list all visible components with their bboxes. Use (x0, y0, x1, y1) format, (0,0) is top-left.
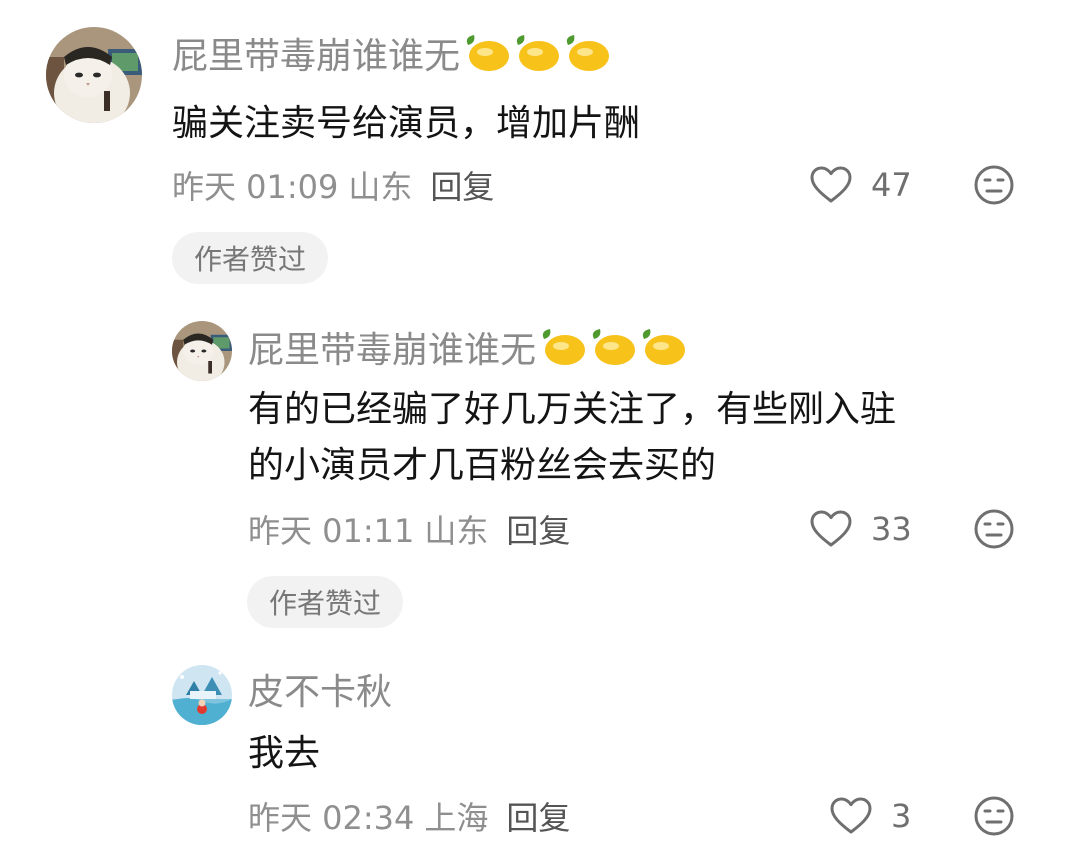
avatar[interactable] (172, 321, 232, 381)
comment-meta: 昨天 02:34 上海 回复 (248, 794, 570, 838)
like-count: 33 (871, 510, 912, 548)
username[interactable]: 屁里带毒崩谁谁无 (248, 322, 688, 372)
author-liked-badge: 作者赞过 (172, 232, 328, 284)
lemon-icon (462, 31, 512, 75)
lemon-icon (588, 325, 638, 369)
comment-date: 昨天 01:11 (248, 512, 415, 550)
dislike-button[interactable] (973, 164, 1015, 206)
username-text: 皮不卡秋 (248, 672, 393, 713)
winter-scene-avatar-image (172, 665, 232, 725)
comment-location: 山东 (348, 168, 413, 206)
heart-icon (810, 166, 852, 203)
cat-avatar-image (46, 27, 142, 123)
user-badges (462, 31, 612, 75)
avatar[interactable] (172, 665, 232, 725)
username[interactable]: 屁里带毒崩谁谁无 (172, 28, 612, 78)
unhappy-face-icon (974, 796, 1014, 836)
like-count: 3 (891, 797, 912, 835)
comment-text-line: 有的已经骗了好几万关注了，有些刚入驻 (248, 389, 897, 430)
comment-text: 有的已经骗了好几万关注了，有些刚入驻 的小演员才几百粉丝会去买的 (248, 382, 896, 494)
comment-meta: 昨天 01:09 山东 回复 (172, 163, 494, 207)
like-button[interactable]: 33 (809, 506, 912, 552)
heart-icon (810, 510, 852, 547)
username-text: 屁里带毒崩谁谁无 (172, 36, 461, 77)
reply-button[interactable]: 回复 (430, 162, 494, 208)
comment-text: 我去 (248, 733, 321, 774)
comment-text: 骗关注卖号给演员，增加片酬 (172, 103, 641, 144)
comment-text-line: 的小演员才几百粉丝会去买的 (248, 445, 717, 486)
like-button[interactable]: 47 (809, 162, 912, 208)
lemon-icon (562, 31, 612, 75)
comment-location: 山东 (424, 512, 489, 550)
dislike-button[interactable] (973, 508, 1015, 550)
reply-button[interactable]: 回复 (506, 506, 570, 552)
username[interactable]: 皮不卡秋 (248, 664, 392, 714)
username-text: 屁里带毒崩谁谁无 (248, 330, 537, 371)
lemon-icon (512, 31, 562, 75)
author-liked-badge: 作者赞过 (247, 576, 403, 628)
comment-date: 昨天 01:09 (172, 168, 339, 206)
unhappy-face-icon (974, 165, 1014, 205)
user-badges (538, 325, 688, 369)
lemon-icon (538, 325, 588, 369)
lemon-icon (638, 325, 688, 369)
like-count: 47 (871, 166, 912, 204)
unhappy-face-icon (974, 509, 1014, 549)
comment-date: 昨天 02:34 (248, 799, 415, 837)
heart-icon (830, 797, 872, 834)
avatar[interactable] (46, 27, 142, 123)
dislike-button[interactable] (973, 795, 1015, 837)
comment-meta: 昨天 01:11 山东 回复 (248, 507, 570, 551)
reply-button[interactable]: 回复 (506, 793, 570, 839)
cat-avatar-image (172, 321, 232, 381)
comment-location: 上海 (424, 799, 489, 837)
like-button[interactable]: 3 (829, 793, 911, 839)
